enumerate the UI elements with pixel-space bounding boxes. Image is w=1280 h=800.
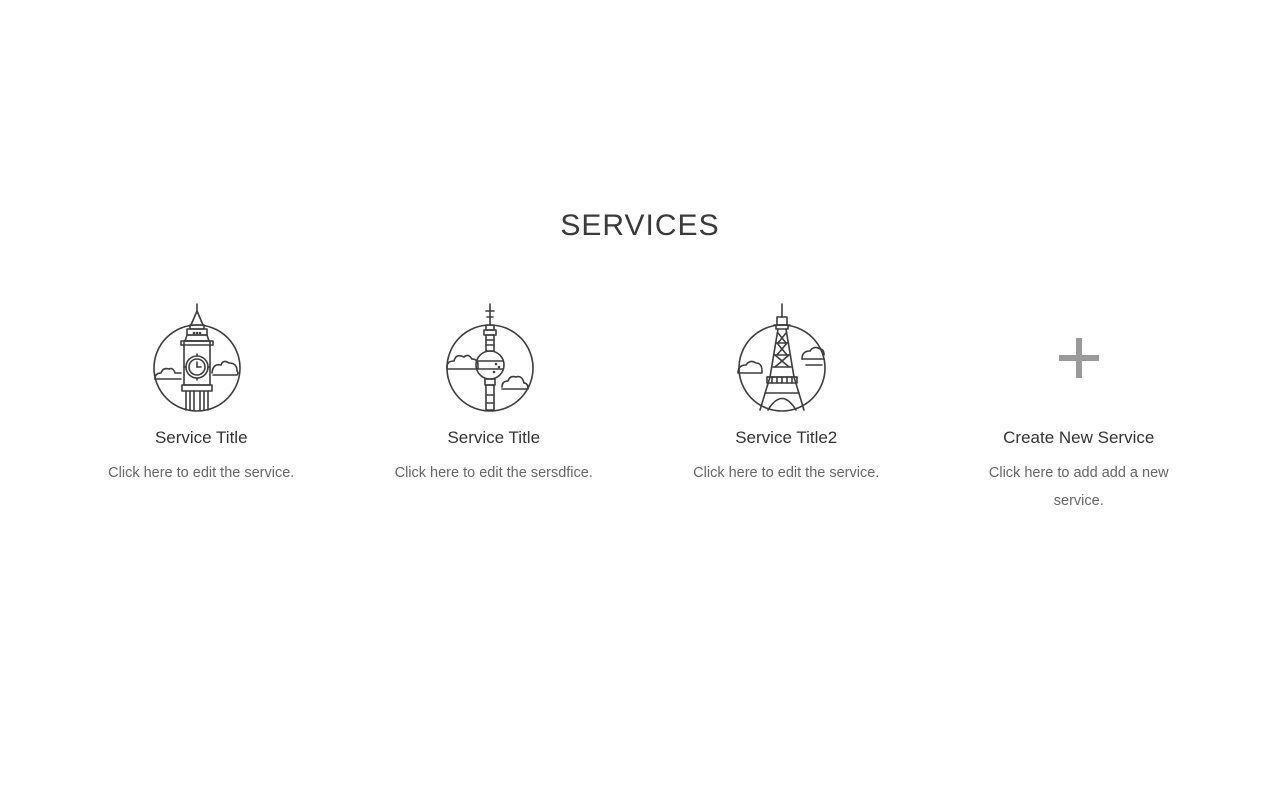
tv-tower-icon [444,303,544,413]
service-title[interactable]: Service Title [155,427,248,449]
service-title[interactable]: Service Title [447,427,540,449]
section-title: SERVICES [560,209,720,242]
service-card-2[interactable]: Service Title Click here to edit the ser… [348,303,641,515]
service-description[interactable]: Click here to edit the service. [101,459,301,487]
service-description[interactable]: Click here to edit the sersdfice. [394,459,594,487]
service-card-1[interactable]: Service Title Click here to edit the ser… [55,303,348,515]
services-section: SERVICES Service Title Click here to edi… [0,0,1280,800]
big-ben-icon [151,303,251,413]
create-new-service-card[interactable]: Create New Service Click here to add add… [933,303,1226,515]
service-card-3[interactable]: Service Title2 Click here to edit the se… [640,303,933,515]
services-list: Service Title Click here to edit the ser… [55,303,1225,515]
create-service-description[interactable]: Click here to add add a new service. [979,459,1179,515]
service-title[interactable]: Service Title2 [735,427,837,449]
service-description[interactable]: Click here to edit the service. [686,459,886,487]
eiffel-tower-icon [736,303,836,413]
plus-icon[interactable] [1029,303,1129,413]
create-service-title[interactable]: Create New Service [1003,427,1154,449]
